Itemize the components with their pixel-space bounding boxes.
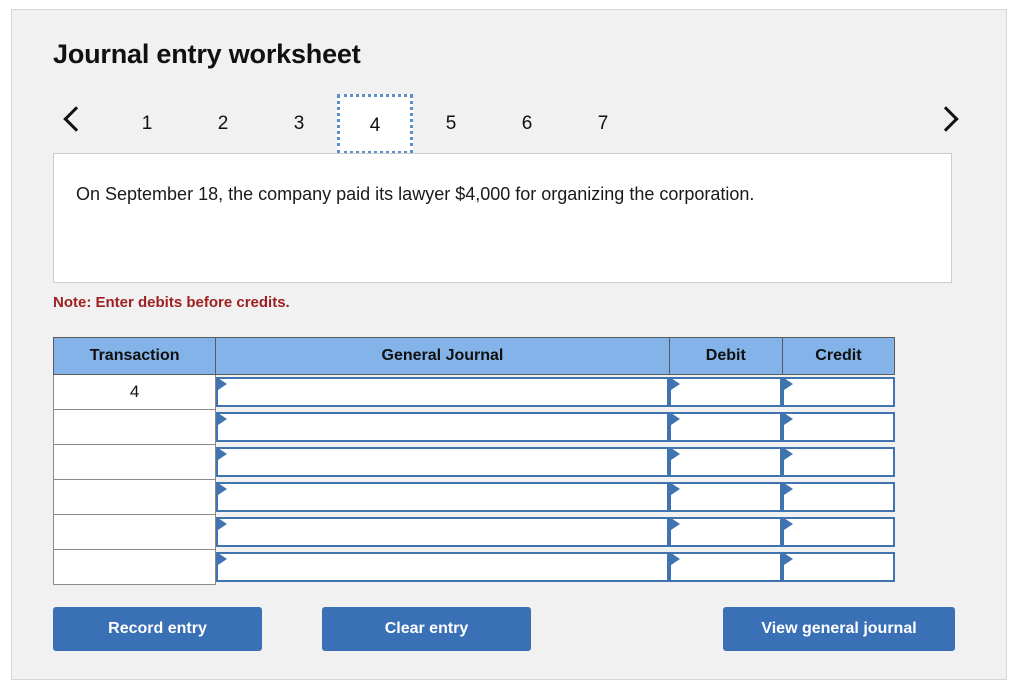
chevron-left-icon xyxy=(62,106,89,132)
credit-cell xyxy=(782,445,895,480)
general-journal-cell xyxy=(216,515,670,550)
general-journal-input[interactable] xyxy=(216,377,670,408)
dropdown-triangle-icon xyxy=(784,378,794,391)
credit-cell xyxy=(782,480,895,515)
column-header-credit: Credit xyxy=(781,337,896,375)
transaction-number-cell xyxy=(52,479,217,515)
transaction-number-cell xyxy=(52,514,217,550)
credit-cell xyxy=(782,550,895,585)
table-row xyxy=(52,549,895,585)
general-journal-input[interactable] xyxy=(216,412,670,442)
dropdown-triangle-icon xyxy=(671,518,681,530)
general-journal-cell xyxy=(216,410,670,445)
worksheet-tab-3[interactable]: 3 xyxy=(261,102,337,146)
debit-cell xyxy=(669,410,783,445)
page-title: Journal entry worksheet xyxy=(53,39,361,69)
debit-cell xyxy=(669,375,783,410)
worksheet-tab-7[interactable]: 7 xyxy=(565,102,641,146)
general-journal-cell xyxy=(216,550,670,585)
debit-input[interactable] xyxy=(669,412,783,442)
table-row: 4 xyxy=(52,374,895,410)
dropdown-triangle-icon xyxy=(671,483,681,495)
credit-input[interactable] xyxy=(782,552,895,582)
debit-input[interactable] xyxy=(669,552,783,582)
worksheet-tab-6[interactable]: 6 xyxy=(489,102,565,146)
dropdown-triangle-icon xyxy=(218,448,228,460)
dropdown-triangle-icon xyxy=(784,518,794,530)
debit-input[interactable] xyxy=(669,482,783,512)
dropdown-triangle-icon xyxy=(671,448,681,460)
dropdown-triangle-icon xyxy=(671,553,681,565)
credit-cell xyxy=(782,410,895,445)
credit-input[interactable] xyxy=(782,482,895,512)
dropdown-triangle-icon xyxy=(784,448,794,460)
general-journal-input[interactable] xyxy=(216,482,670,512)
credit-input[interactable] xyxy=(782,412,895,442)
dropdown-triangle-icon xyxy=(218,518,228,530)
table-row xyxy=(52,409,895,445)
transaction-number-cell xyxy=(52,444,217,480)
general-journal-cell xyxy=(216,480,670,515)
debit-cell xyxy=(669,480,783,515)
dropdown-triangle-icon xyxy=(671,378,681,391)
transaction-number-cell xyxy=(52,409,217,445)
table-row xyxy=(52,514,895,550)
table-row xyxy=(52,479,895,515)
column-header-debit: Debit xyxy=(668,337,783,375)
dropdown-triangle-icon xyxy=(671,413,681,425)
general-journal-input[interactable] xyxy=(216,552,670,582)
debit-cell xyxy=(669,515,783,550)
page: Journal entry worksheet 1234567 On Septe… xyxy=(0,0,1024,695)
dropdown-triangle-icon xyxy=(784,413,794,425)
journal-entry-table: Transaction General Journal Debit Credit… xyxy=(52,337,896,585)
dropdown-triangle-icon xyxy=(218,413,228,425)
general-journal-input[interactable] xyxy=(216,517,670,547)
record-entry-button[interactable]: Record entry xyxy=(53,607,262,651)
transaction-description-box: On September 18, the company paid its la… xyxy=(53,153,952,283)
worksheet-tab-4[interactable]: 4 xyxy=(337,94,413,154)
worksheet-pager: 1234567 xyxy=(53,91,968,154)
next-entry-button[interactable] xyxy=(928,91,968,147)
worksheet-tab-1[interactable]: 1 xyxy=(109,102,185,146)
transaction-number-cell: 4 xyxy=(52,374,217,410)
table-row xyxy=(52,444,895,480)
credit-cell xyxy=(782,515,895,550)
column-header-transaction: Transaction xyxy=(52,337,217,375)
debit-cell xyxy=(669,550,783,585)
dropdown-triangle-icon xyxy=(784,553,794,565)
chevron-right-icon xyxy=(932,106,959,132)
dropdown-triangle-icon xyxy=(218,483,228,495)
transaction-description-text: On September 18, the company paid its la… xyxy=(76,184,755,204)
credit-input[interactable] xyxy=(782,377,895,408)
dropdown-triangle-icon xyxy=(784,483,794,495)
previous-entry-button[interactable] xyxy=(53,91,93,147)
general-journal-input[interactable] xyxy=(216,447,670,477)
general-journal-cell xyxy=(216,375,670,410)
credit-input[interactable] xyxy=(782,517,895,547)
debit-input[interactable] xyxy=(669,517,783,547)
debit-input[interactable] xyxy=(669,377,783,408)
transaction-number-cell xyxy=(52,549,217,585)
credit-cell xyxy=(782,375,895,410)
view-general-journal-button[interactable]: View general journal xyxy=(723,607,955,651)
dropdown-triangle-icon xyxy=(218,553,228,565)
general-journal-cell xyxy=(216,445,670,480)
credit-input[interactable] xyxy=(782,447,895,477)
debit-cell xyxy=(669,445,783,480)
column-header-general-journal: General Journal xyxy=(215,337,670,375)
table-header-row: Transaction General Journal Debit Credit xyxy=(52,337,896,375)
worksheet-tab-2[interactable]: 2 xyxy=(185,102,261,146)
debits-before-credits-note: Note: Enter debits before credits. xyxy=(53,294,290,311)
debit-input[interactable] xyxy=(669,447,783,477)
clear-entry-button[interactable]: Clear entry xyxy=(322,607,531,651)
dropdown-triangle-icon xyxy=(218,378,228,391)
worksheet-card: Journal entry worksheet 1234567 On Septe… xyxy=(11,9,1007,680)
worksheet-tab-5[interactable]: 5 xyxy=(413,102,489,146)
